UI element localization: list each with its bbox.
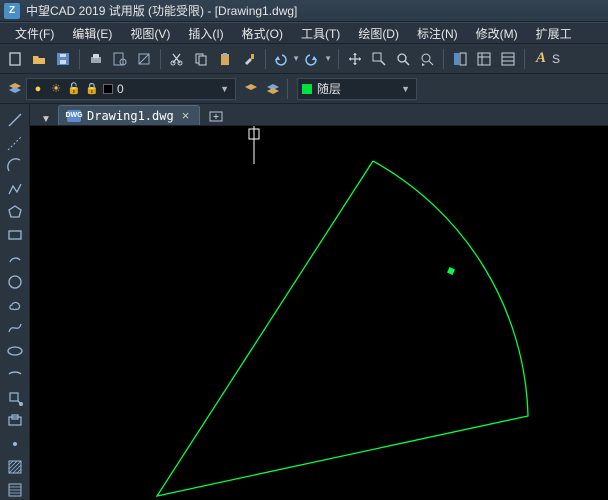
undo-button[interactable]: ▼ bbox=[271, 48, 301, 70]
spline-tool[interactable] bbox=[4, 319, 26, 338]
toolbar-extra-label: S bbox=[552, 52, 560, 66]
document-tab[interactable]: DWG Drawing1.dwg × bbox=[58, 105, 200, 125]
tab-list-toggle[interactable]: ▼ bbox=[38, 114, 54, 125]
zoom-button[interactable] bbox=[392, 48, 414, 70]
circle-tool[interactable] bbox=[4, 272, 26, 291]
sun-icon: ☀ bbox=[49, 82, 63, 96]
tool-palette-button[interactable] bbox=[497, 48, 519, 70]
window-title: 中望CAD 2019 试用版 (功能受限) - [Drawing1.dwg] bbox=[26, 2, 297, 19]
text-style-button[interactable]: A bbox=[530, 48, 552, 70]
rectangle-tool[interactable] bbox=[4, 226, 26, 245]
work-area: ▼ DWG Drawing1.dwg × bbox=[0, 104, 608, 500]
lock-icon: 🔒 bbox=[85, 82, 99, 96]
insert-block-tool[interactable] bbox=[4, 388, 26, 407]
lightbulb-icon: ● bbox=[31, 82, 45, 96]
separator bbox=[79, 49, 80, 69]
paste-button[interactable] bbox=[214, 48, 236, 70]
separator bbox=[160, 49, 161, 69]
pan-button[interactable] bbox=[344, 48, 366, 70]
zoom-window-button[interactable] bbox=[368, 48, 390, 70]
chevron-down-icon: ▼ bbox=[218, 84, 231, 94]
menu-file[interactable]: 文件(F) bbox=[6, 25, 63, 42]
polyline-tool[interactable] bbox=[4, 180, 26, 199]
drawing-shape bbox=[157, 161, 528, 496]
separator bbox=[265, 49, 266, 69]
ellipse-arc-tool[interactable] bbox=[4, 365, 26, 384]
close-tab-button[interactable]: × bbox=[180, 108, 192, 123]
layer-toolbar: ● ☀ 🔓 🔒 0 ▼ 随层 ▼ bbox=[0, 74, 608, 104]
polygon-tool[interactable] bbox=[4, 203, 26, 222]
construction-line-tool[interactable] bbox=[4, 133, 26, 152]
color-swatch bbox=[302, 84, 312, 94]
layer-color-swatch bbox=[103, 84, 113, 94]
menu-bar: 文件(F) 编辑(E) 视图(V) 插入(I) 格式(O) 工具(T) 绘图(D… bbox=[0, 22, 608, 44]
document-tab-label: Drawing1.dwg bbox=[87, 109, 174, 123]
gradient-tool[interactable] bbox=[4, 481, 26, 500]
separator bbox=[287, 79, 288, 99]
dwg-file-icon: DWG bbox=[67, 110, 81, 122]
publish-button[interactable] bbox=[133, 48, 155, 70]
new-file-button[interactable] bbox=[4, 48, 26, 70]
menu-draw[interactable]: 绘图(D) bbox=[349, 25, 408, 42]
save-button[interactable] bbox=[52, 48, 74, 70]
menu-ext[interactable]: 扩展工 bbox=[527, 25, 581, 42]
arc-tool[interactable] bbox=[4, 156, 26, 175]
zoom-previous-button[interactable] bbox=[416, 48, 438, 70]
separator bbox=[524, 49, 525, 69]
arc3-tool[interactable] bbox=[4, 249, 26, 268]
open-file-button[interactable] bbox=[28, 48, 50, 70]
canvas-wrap: ▼ DWG Drawing1.dwg × bbox=[30, 104, 608, 500]
menu-dim[interactable]: 标注(N) bbox=[408, 25, 467, 42]
separator bbox=[443, 49, 444, 69]
layer-previous-button[interactable] bbox=[240, 78, 262, 100]
crosshair-cursor bbox=[249, 126, 259, 164]
match-properties-button[interactable] bbox=[238, 48, 260, 70]
app-icon: Z bbox=[4, 3, 20, 19]
revcloud-tool[interactable] bbox=[4, 295, 26, 314]
menu-modify[interactable]: 修改(M) bbox=[467, 25, 527, 42]
print-preview-button[interactable] bbox=[109, 48, 131, 70]
menu-edit[interactable]: 编辑(E) bbox=[63, 25, 121, 42]
print-button[interactable] bbox=[85, 48, 107, 70]
title-bar: Z 中望CAD 2019 试用版 (功能受限) - [Drawing1.dwg] bbox=[0, 0, 608, 22]
properties-button[interactable] bbox=[449, 48, 471, 70]
chevron-down-icon: ▼ bbox=[399, 84, 412, 94]
ellipse-tool[interactable] bbox=[4, 342, 26, 361]
point-tool[interactable] bbox=[4, 434, 26, 453]
layer-properties-button[interactable] bbox=[4, 78, 26, 100]
copy-button[interactable] bbox=[190, 48, 212, 70]
new-tab-button[interactable] bbox=[206, 107, 226, 125]
menu-insert[interactable]: 插入(I) bbox=[179, 25, 232, 42]
hatch-tool[interactable] bbox=[4, 458, 26, 477]
menu-tools[interactable]: 工具(T) bbox=[292, 25, 349, 42]
design-center-button[interactable] bbox=[473, 48, 495, 70]
document-tab-strip: ▼ DWG Drawing1.dwg × bbox=[30, 104, 608, 126]
cut-button[interactable] bbox=[166, 48, 188, 70]
separator bbox=[338, 49, 339, 69]
drawing-canvas[interactable] bbox=[30, 126, 608, 500]
layer-name-label: 0 bbox=[117, 82, 124, 96]
redo-button[interactable]: ▼ bbox=[303, 48, 333, 70]
standard-toolbar: ▼ ▼ A S bbox=[0, 44, 608, 74]
unlock-icon: 🔓 bbox=[67, 82, 81, 96]
layer-dropdown[interactable]: ● ☀ 🔓 🔒 0 ▼ bbox=[26, 78, 236, 100]
make-block-tool[interactable] bbox=[4, 411, 26, 430]
menu-format[interactable]: 格式(O) bbox=[233, 25, 292, 42]
line-tool[interactable] bbox=[4, 110, 26, 129]
menu-view[interactable]: 视图(V) bbox=[121, 25, 179, 42]
layer-state-button[interactable] bbox=[262, 78, 284, 100]
draw-toolbar bbox=[0, 104, 30, 500]
color-dropdown[interactable]: 随层 ▼ bbox=[297, 78, 417, 100]
color-label: 随层 bbox=[317, 80, 341, 97]
